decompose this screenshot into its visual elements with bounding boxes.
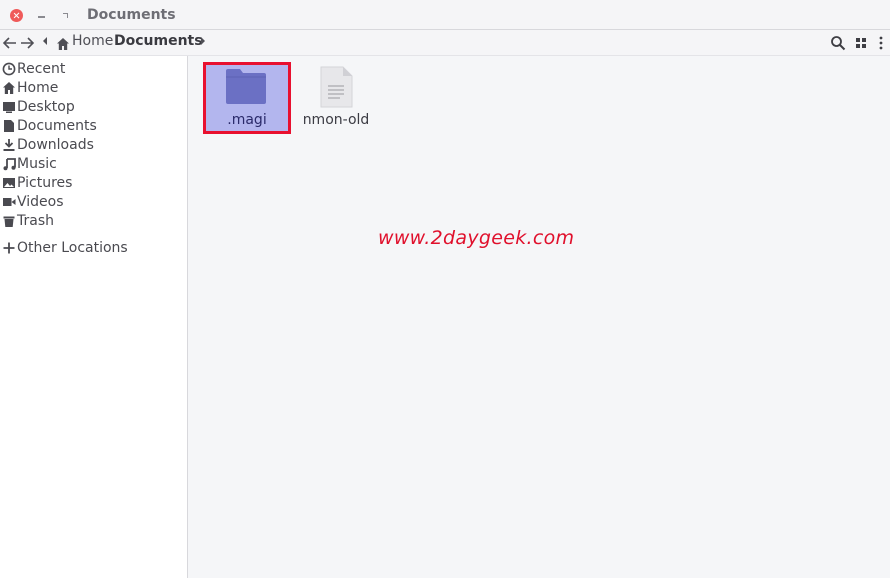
sidebar-item-label: Documents: [17, 118, 97, 134]
home-icon: [3, 82, 15, 94]
file-name: nmon-old: [302, 112, 370, 128]
view-mode-button[interactable]: [853, 35, 869, 51]
search-icon: [831, 36, 846, 51]
video-icon: [3, 198, 16, 206]
forward-arrow-icon: [21, 37, 35, 49]
sidebar-item-label: Trash: [17, 213, 54, 229]
sidebar-item-label: Videos: [17, 194, 64, 210]
sidebar-item-label: Desktop: [17, 99, 75, 115]
sidebar-item-label: Pictures: [17, 175, 73, 191]
forward-button[interactable]: [18, 33, 36, 53]
minimize-window-button[interactable]: [35, 9, 48, 22]
search-button[interactable]: [830, 35, 846, 51]
kebab-menu-icon: [879, 36, 883, 50]
sidebar-item-videos[interactable]: Videos: [0, 193, 186, 212]
path-bar: Home Documents: [0, 30, 890, 56]
breadcrumb-home-icon[interactable]: [56, 36, 70, 50]
sidebar-item-trash[interactable]: Trash: [0, 212, 186, 231]
file-view: .magi nmon-old www.2daygeek.com: [188, 56, 890, 578]
sidebar-item-home[interactable]: Home: [0, 79, 186, 98]
sidebar-item-label: Recent: [17, 61, 66, 77]
folder-icon: [226, 69, 266, 104]
menu-button[interactable]: [873, 35, 889, 51]
desktop-icon: [3, 102, 15, 113]
home-icon: [57, 38, 69, 50]
document-icon: [4, 120, 14, 132]
breadcrumb-scroll-left[interactable]: [41, 34, 49, 51]
chevron-left-icon: [43, 37, 47, 45]
sidebar-item-label: Other Locations: [17, 240, 128, 256]
sidebar-item-desktop[interactable]: Desktop: [0, 98, 186, 117]
back-arrow-icon: [2, 37, 16, 49]
window-title: Documents: [87, 7, 176, 23]
text-file-icon: [320, 66, 353, 108]
chevron-right-icon: [201, 37, 205, 45]
file-name: .magi: [227, 112, 267, 128]
sidebar-item-label: Downloads: [17, 137, 94, 153]
close-window-button[interactable]: [10, 9, 23, 22]
sidebar-item-downloads[interactable]: Downloads: [0, 136, 186, 155]
download-icon: [3, 139, 15, 151]
plus-icon: [3, 242, 15, 254]
file-item-text[interactable]: nmon-old: [292, 62, 380, 134]
sidebar-item-documents[interactable]: Documents: [0, 117, 186, 136]
music-icon: [3, 158, 16, 171]
title-bar: Documents: [0, 0, 890, 30]
sidebar-item-label: Home: [17, 80, 59, 96]
maximize-window-button[interactable]: [59, 9, 72, 22]
trash-icon: [3, 216, 15, 227]
sidebar-item-recent[interactable]: Recent: [0, 60, 186, 79]
sidebar-item-music[interactable]: Music: [0, 155, 186, 174]
grid-view-icon: [856, 38, 866, 48]
breadcrumb-home[interactable]: Home: [72, 33, 113, 49]
file-item-folder[interactable]: .magi: [203, 62, 291, 134]
breadcrumb-scroll-right[interactable]: [199, 34, 207, 51]
back-button[interactable]: [1, 33, 19, 53]
clock-icon: [2, 62, 16, 76]
places-sidebar: Recent Home Desktop Documents Downloads: [0, 56, 188, 578]
breadcrumb-documents[interactable]: Documents: [114, 33, 203, 49]
sidebar-item-pictures[interactable]: Pictures: [0, 174, 186, 193]
watermark-text: www.2daygeek.com: [378, 227, 575, 249]
picture-icon: [3, 178, 15, 188]
sidebar-item-label: Music: [17, 156, 57, 172]
sidebar-item-other-locations[interactable]: Other Locations: [0, 239, 186, 258]
